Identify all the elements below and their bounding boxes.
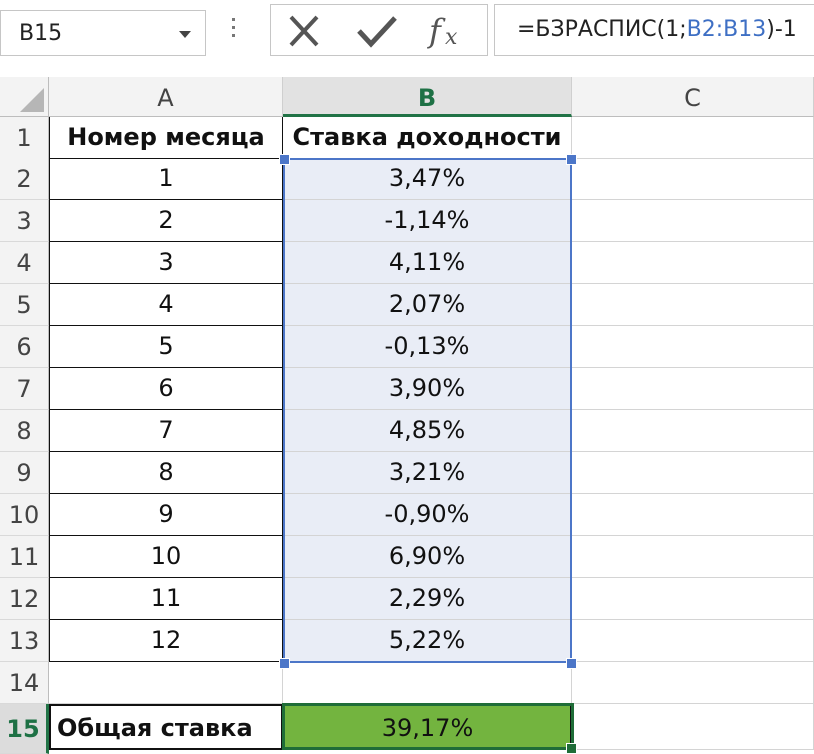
cell-empty[interactable] bbox=[572, 242, 814, 284]
cell-empty[interactable] bbox=[572, 410, 814, 452]
row-header-13[interactable]: 13 bbox=[0, 620, 49, 662]
cell-month[interactable]: 10 bbox=[49, 536, 283, 578]
row-header-3[interactable]: 3 bbox=[0, 200, 49, 242]
formula-bar: B15 f x =БЗРАСПИС(1;B2:B13)-1 bbox=[0, 0, 814, 77]
cell-empty[interactable] bbox=[572, 368, 814, 410]
row-header-1[interactable]: 1 bbox=[0, 117, 49, 159]
row-header-10[interactable]: 10 bbox=[0, 494, 49, 536]
cell-total-label[interactable]: Общая ставка bbox=[49, 704, 283, 750]
cell-empty[interactable] bbox=[572, 662, 814, 704]
row-header-11[interactable]: 11 bbox=[0, 536, 49, 578]
cell-rate[interactable]: -0,90% bbox=[283, 494, 572, 536]
x-icon[interactable] bbox=[283, 13, 327, 49]
column-header-c[interactable]: C bbox=[572, 77, 814, 117]
cell-rate[interactable]: 2,07% bbox=[283, 284, 572, 326]
row-header-7[interactable]: 7 bbox=[0, 368, 49, 410]
cell-c1[interactable] bbox=[572, 117, 814, 159]
row-header-5[interactable]: 5 bbox=[0, 284, 49, 326]
cell-rate[interactable]: -1,14% bbox=[283, 200, 572, 242]
cell-total-value[interactable]: 39,17% bbox=[283, 704, 572, 750]
spreadsheet-grid: ABC 1 2 3 4 5 6 7 8 9 10 11 12 13 14 15 Номер месяца Ст… bbox=[0, 77, 814, 754]
name-box-value: B15 bbox=[19, 21, 63, 46]
cell-month[interactable]: 8 bbox=[49, 452, 283, 494]
cell-month[interactable]: 6 bbox=[49, 368, 283, 410]
range-handle[interactable] bbox=[279, 658, 290, 669]
cell-empty[interactable] bbox=[572, 326, 814, 368]
range-handle[interactable] bbox=[566, 658, 577, 669]
cell-rate[interactable]: 3,90% bbox=[283, 368, 572, 410]
cell-a1-header[interactable]: Номер месяца bbox=[49, 117, 283, 159]
cell-month[interactable]: 4 bbox=[49, 284, 283, 326]
cell-rate[interactable]: 5,22% bbox=[283, 620, 572, 662]
row-header-6[interactable]: 6 bbox=[0, 326, 49, 368]
cell-b1-header[interactable]: Ставка доходности bbox=[283, 117, 572, 159]
select-all-button[interactable] bbox=[0, 77, 49, 117]
cell-empty[interactable] bbox=[572, 200, 814, 242]
cell-month[interactable]: 9 bbox=[49, 494, 283, 536]
formula-text: =БЗРАСПИС(1;B2:B13)-1 bbox=[517, 17, 797, 42]
cell-empty[interactable] bbox=[572, 284, 814, 326]
cell-empty[interactable] bbox=[572, 536, 814, 578]
formula-buttons: f x bbox=[270, 4, 488, 56]
fx-icon[interactable]: f x bbox=[425, 12, 469, 50]
cell-empty[interactable] bbox=[572, 704, 814, 750]
range-handle[interactable] bbox=[279, 154, 290, 165]
fill-handle[interactable] bbox=[566, 743, 577, 754]
cell-rate[interactable]: 2,29% bbox=[283, 578, 572, 620]
cell-rate[interactable]: 4,11% bbox=[283, 242, 572, 284]
more-vertical-icon[interactable] bbox=[232, 18, 236, 40]
cell-empty[interactable] bbox=[572, 494, 814, 536]
range-handle[interactable] bbox=[566, 154, 577, 165]
row-header-9[interactable]: 9 bbox=[0, 452, 49, 494]
cell-rate[interactable]: -0,13% bbox=[283, 326, 572, 368]
cell-rate[interactable]: 4,85% bbox=[283, 410, 572, 452]
name-box[interactable]: B15 bbox=[0, 10, 206, 56]
cell-month[interactable]: 1 bbox=[49, 158, 283, 200]
svg-text:f: f bbox=[427, 13, 446, 49]
cell-empty[interactable] bbox=[572, 578, 814, 620]
row-header-12[interactable]: 12 bbox=[0, 578, 49, 620]
cell-empty[interactable] bbox=[572, 620, 814, 662]
cell-rate[interactable]: 6,90% bbox=[283, 536, 572, 578]
cell-month[interactable]: 3 bbox=[49, 242, 283, 284]
cell-month[interactable]: 11 bbox=[49, 578, 283, 620]
cell-month[interactable]: 7 bbox=[49, 410, 283, 452]
check-icon[interactable] bbox=[355, 13, 399, 49]
cell-month[interactable]: 12 bbox=[49, 620, 283, 662]
cell-empty[interactable] bbox=[283, 662, 572, 704]
svg-text:x: x bbox=[445, 25, 458, 49]
cell-month[interactable]: 5 bbox=[49, 326, 283, 368]
cell-empty[interactable] bbox=[572, 452, 814, 494]
cell-empty[interactable] bbox=[572, 158, 814, 200]
chevron-down-icon[interactable] bbox=[179, 31, 191, 38]
row-header-8[interactable]: 8 bbox=[0, 410, 49, 452]
row-header-4[interactable]: 4 bbox=[0, 242, 49, 284]
column-header-b[interactable]: B bbox=[283, 77, 572, 117]
row-header-15[interactable]: 15 bbox=[0, 704, 49, 754]
cell-month[interactable]: 2 bbox=[49, 200, 283, 242]
column-header-a[interactable]: A bbox=[49, 77, 283, 117]
formula-input[interactable]: =БЗРАСПИС(1;B2:B13)-1 bbox=[494, 4, 814, 56]
cell-rate[interactable]: 3,47% bbox=[283, 158, 572, 200]
row-header-2[interactable]: 2 bbox=[0, 158, 49, 200]
cell-rate[interactable]: 3,21% bbox=[283, 452, 572, 494]
cell-empty[interactable] bbox=[49, 662, 283, 704]
row-header-14[interactable]: 14 bbox=[0, 662, 49, 704]
